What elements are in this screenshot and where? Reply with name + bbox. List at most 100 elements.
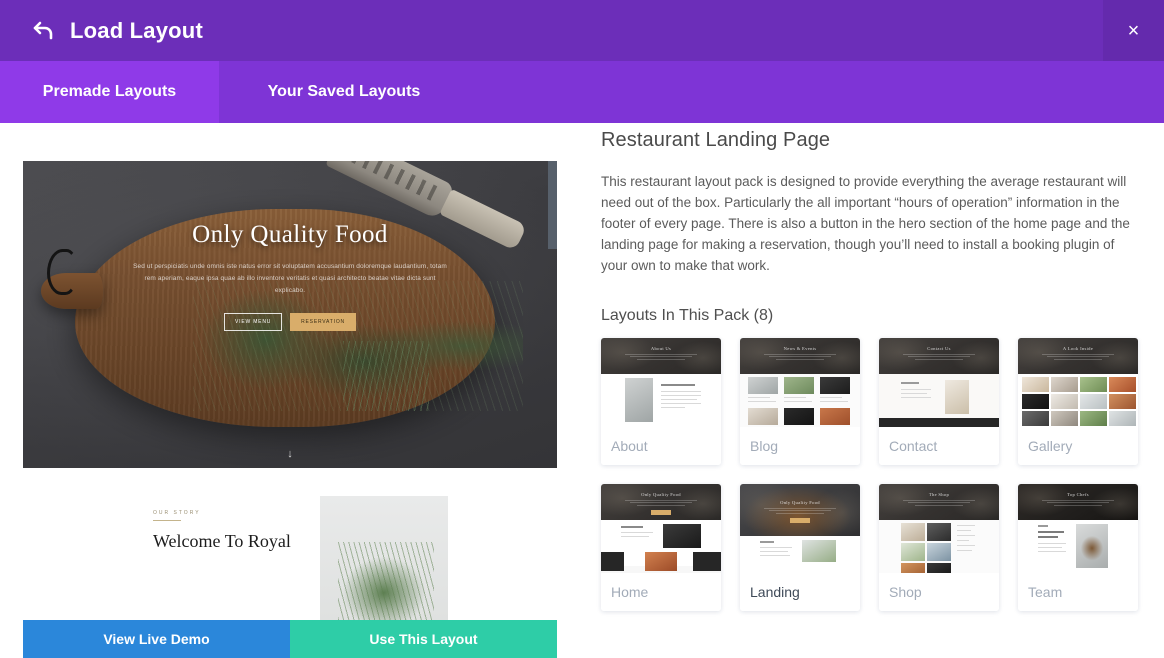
thumb-hero-lines	[625, 353, 697, 360]
thumb-cta-button	[790, 517, 810, 523]
thumb-image	[784, 376, 814, 394]
thumb-image	[1051, 410, 1078, 426]
tab-bar: Premade Layouts Your Saved Layouts	[0, 61, 1164, 123]
thumb-image	[927, 522, 951, 541]
thumb-body	[601, 373, 721, 427]
thumb-gallery-grid	[1022, 376, 1136, 426]
thumb-hero-title: The Shop	[928, 491, 950, 497]
thumb-hero-title: Only Quality Food	[780, 499, 820, 505]
thumb-image	[1109, 376, 1136, 392]
thumb-text-line	[661, 383, 695, 386]
thumb-image	[1109, 410, 1136, 426]
thumb-text-line	[784, 396, 806, 398]
herb-sprig	[343, 341, 429, 411]
layout-card-landing[interactable]: Only Quality Food Landing	[740, 483, 860, 611]
preview-scrollbar[interactable]	[548, 161, 557, 620]
thumb-hero-lines	[625, 499, 697, 506]
thumb-hero-band: About Us	[601, 337, 721, 374]
tab-your-saved-layouts[interactable]: Your Saved Layouts	[219, 61, 469, 123]
modal-header: Load Layout ×	[0, 0, 1164, 61]
layout-card-blog[interactable]: News & Events Blog	[740, 337, 860, 465]
tab-saved-label: Your Saved Layouts	[267, 83, 421, 100]
layout-card-team[interactable]: Top Chefs Team	[1018, 483, 1138, 611]
thumb-image	[901, 522, 925, 541]
thumb-text-line	[661, 402, 701, 404]
layout-card-label: Contact	[879, 426, 999, 465]
thumb-body	[1018, 373, 1138, 427]
preview-reservation-button[interactable]: RESERVATION	[290, 313, 356, 332]
thumb-hero-lines	[1042, 353, 1114, 360]
thumb-text-line	[621, 525, 643, 528]
layout-thumbnail-shop: The Shop	[879, 483, 999, 573]
pack-details-panel: Restaurant Landing Page This restaurant …	[601, 123, 1141, 653]
layout-card-label: Shop	[879, 572, 999, 611]
thumb-text-line	[1038, 535, 1058, 538]
thumb-image	[1109, 393, 1136, 409]
thumb-hero-band: Only Quality Food	[601, 483, 721, 520]
thumb-image	[1080, 376, 1107, 392]
thumb-text-line	[957, 544, 975, 546]
preview-hero-section: Only Quality Food Sed ut perspiciatis un…	[23, 161, 557, 468]
thumb-text-line	[1038, 524, 1048, 527]
thumb-image	[748, 407, 778, 425]
thumb-footer-band	[879, 417, 999, 427]
layout-thumbnail-blog: News & Events	[740, 337, 860, 427]
scroll-down-arrow-icon: ↓	[287, 448, 293, 460]
view-live-demo-button[interactable]: View Live Demo	[23, 620, 290, 658]
thumb-text-line	[820, 400, 848, 402]
thumb-body	[879, 519, 999, 573]
thumb-text-line	[820, 396, 842, 398]
thumb-text-line	[760, 540, 774, 543]
thumb-hero-title: Contact Us	[927, 345, 951, 351]
thumb-text-line	[901, 381, 919, 384]
preview-welcome-title: Welcome To Royal	[153, 531, 291, 551]
thumb-image	[1022, 410, 1049, 426]
thumb-hero-band: Contact Us	[879, 337, 999, 374]
header-spacer	[203, 0, 1103, 61]
thumb-text-line	[760, 546, 792, 548]
preview-scroll-region[interactable]: Only Quality Food Sed ut perspiciatis un…	[23, 161, 557, 620]
view-live-demo-label: View Live Demo	[103, 631, 210, 647]
preview-hero-content: Only Quality Food Sed ut perspiciatis un…	[23, 221, 557, 332]
thumb-text-line	[1038, 550, 1066, 552]
thumb-text-line	[760, 554, 790, 556]
layout-card-about[interactable]: About Us About	[601, 337, 721, 465]
thumb-hero-title: News & Events	[783, 345, 817, 351]
thumb-image	[820, 407, 850, 425]
thumb-text-line	[901, 396, 931, 398]
thumb-dark-block	[601, 551, 624, 571]
pack-description: This restaurant layout pack is designed …	[601, 174, 1130, 273]
modal-body: Only Quality Food Sed ut perspiciatis un…	[0, 123, 1164, 658]
thumb-image	[901, 542, 925, 561]
thumb-image	[748, 376, 778, 394]
layout-card-gallery[interactable]: A Look Inside Gallery	[1018, 337, 1138, 465]
layout-card-home[interactable]: Only Quality Food Home	[601, 483, 721, 611]
thumb-text-line	[760, 550, 788, 552]
layout-card-shop[interactable]: The Shop Shop	[879, 483, 999, 611]
thumb-image	[1076, 523, 1108, 568]
thumb-hero-band: News & Events	[740, 337, 860, 374]
thumb-image	[1022, 393, 1049, 409]
thumb-text-line	[1038, 546, 1062, 548]
use-this-layout-button[interactable]: Use This Layout	[290, 620, 557, 658]
layout-preview[interactable]: Only Quality Food Sed ut perspiciatis un…	[23, 161, 557, 620]
tab-premade-layouts[interactable]: Premade Layouts	[0, 61, 219, 123]
thumb-image	[927, 542, 951, 561]
thumb-image	[901, 562, 925, 573]
pack-title: Restaurant Landing Page	[601, 129, 831, 151]
close-icon: ×	[1127, 19, 1140, 42]
close-button[interactable]: ×	[1103, 0, 1164, 61]
preview-hero-subtitle: Sed ut perspiciatis unde omnis iste natu…	[133, 263, 447, 295]
preview-view-menu-button[interactable]: VIEW MENU	[224, 313, 283, 332]
layout-thumbnail-home: Only Quality Food	[601, 483, 721, 573]
thumb-hero-title: Top Chefs	[1067, 491, 1089, 497]
preview-scrollbar-thumb[interactable]	[548, 161, 557, 249]
layout-card-label: Blog	[740, 426, 860, 465]
thumb-image	[1051, 393, 1078, 409]
thumb-hero-lines	[764, 507, 836, 514]
back-arrow-icon[interactable]	[30, 18, 56, 44]
thumb-text-line	[661, 390, 701, 392]
thumb-hero-title: Only Quality Food	[641, 491, 681, 497]
layout-card-contact[interactable]: Contact Us Contact	[879, 337, 999, 465]
layout-card-label: About	[601, 426, 721, 465]
